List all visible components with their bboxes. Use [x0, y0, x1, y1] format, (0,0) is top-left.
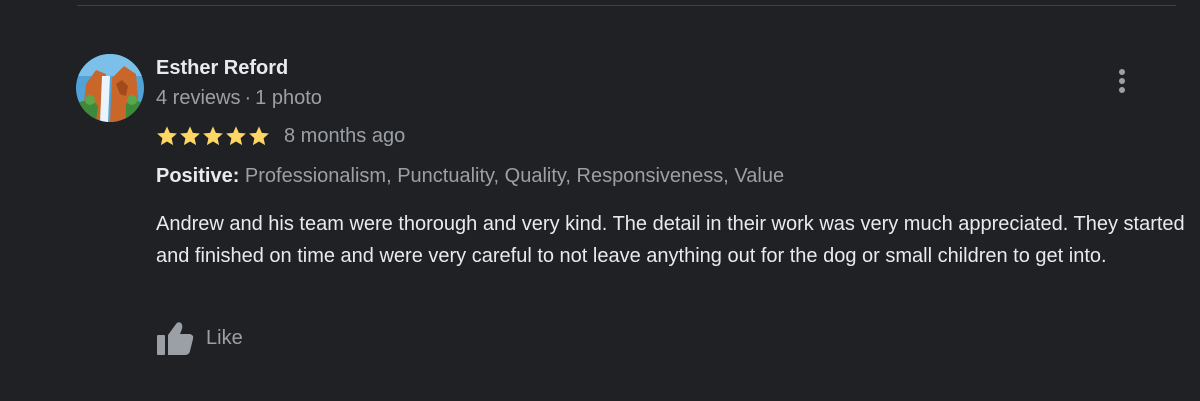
star-icon	[157, 126, 177, 146]
more-vertical-icon	[1119, 69, 1125, 93]
review-text: Andrew and his team were thorough and ve…	[156, 213, 1185, 267]
avatar-photo-icon	[76, 54, 144, 122]
star-icon	[226, 126, 246, 146]
photos-count: 1 photo	[255, 87, 322, 109]
reviewer-name[interactable]: Esther Reford	[156, 56, 288, 80]
star-icon	[203, 126, 223, 146]
attributes-label: Positive:	[156, 165, 240, 187]
thumbs-up-icon	[157, 322, 194, 355]
like-button[interactable]: Like	[156, 318, 243, 358]
rating-row: 8 months ago	[156, 123, 405, 149]
star-rating	[156, 125, 270, 147]
star-icon	[249, 126, 269, 146]
reviewer-meta[interactable]: 4 reviews · 1 photo	[156, 86, 322, 110]
attributes-values: Professionalism, Punctuality, Quality, R…	[244, 165, 785, 187]
like-label: Like	[206, 327, 243, 349]
review-card: Esther Reford 4 reviews · 1 photo 8 months…	[0, 0, 1200, 401]
avatar[interactable]	[76, 54, 144, 122]
meta-separator: ·	[244, 87, 252, 109]
more-options-button[interactable]	[1106, 64, 1138, 98]
reviews-count: 4 reviews	[156, 87, 241, 109]
review-date: 8 months ago	[284, 125, 406, 147]
review-attributes: Positive: Professionalism, Punctuality, …	[156, 164, 784, 188]
star-icon	[180, 126, 200, 146]
